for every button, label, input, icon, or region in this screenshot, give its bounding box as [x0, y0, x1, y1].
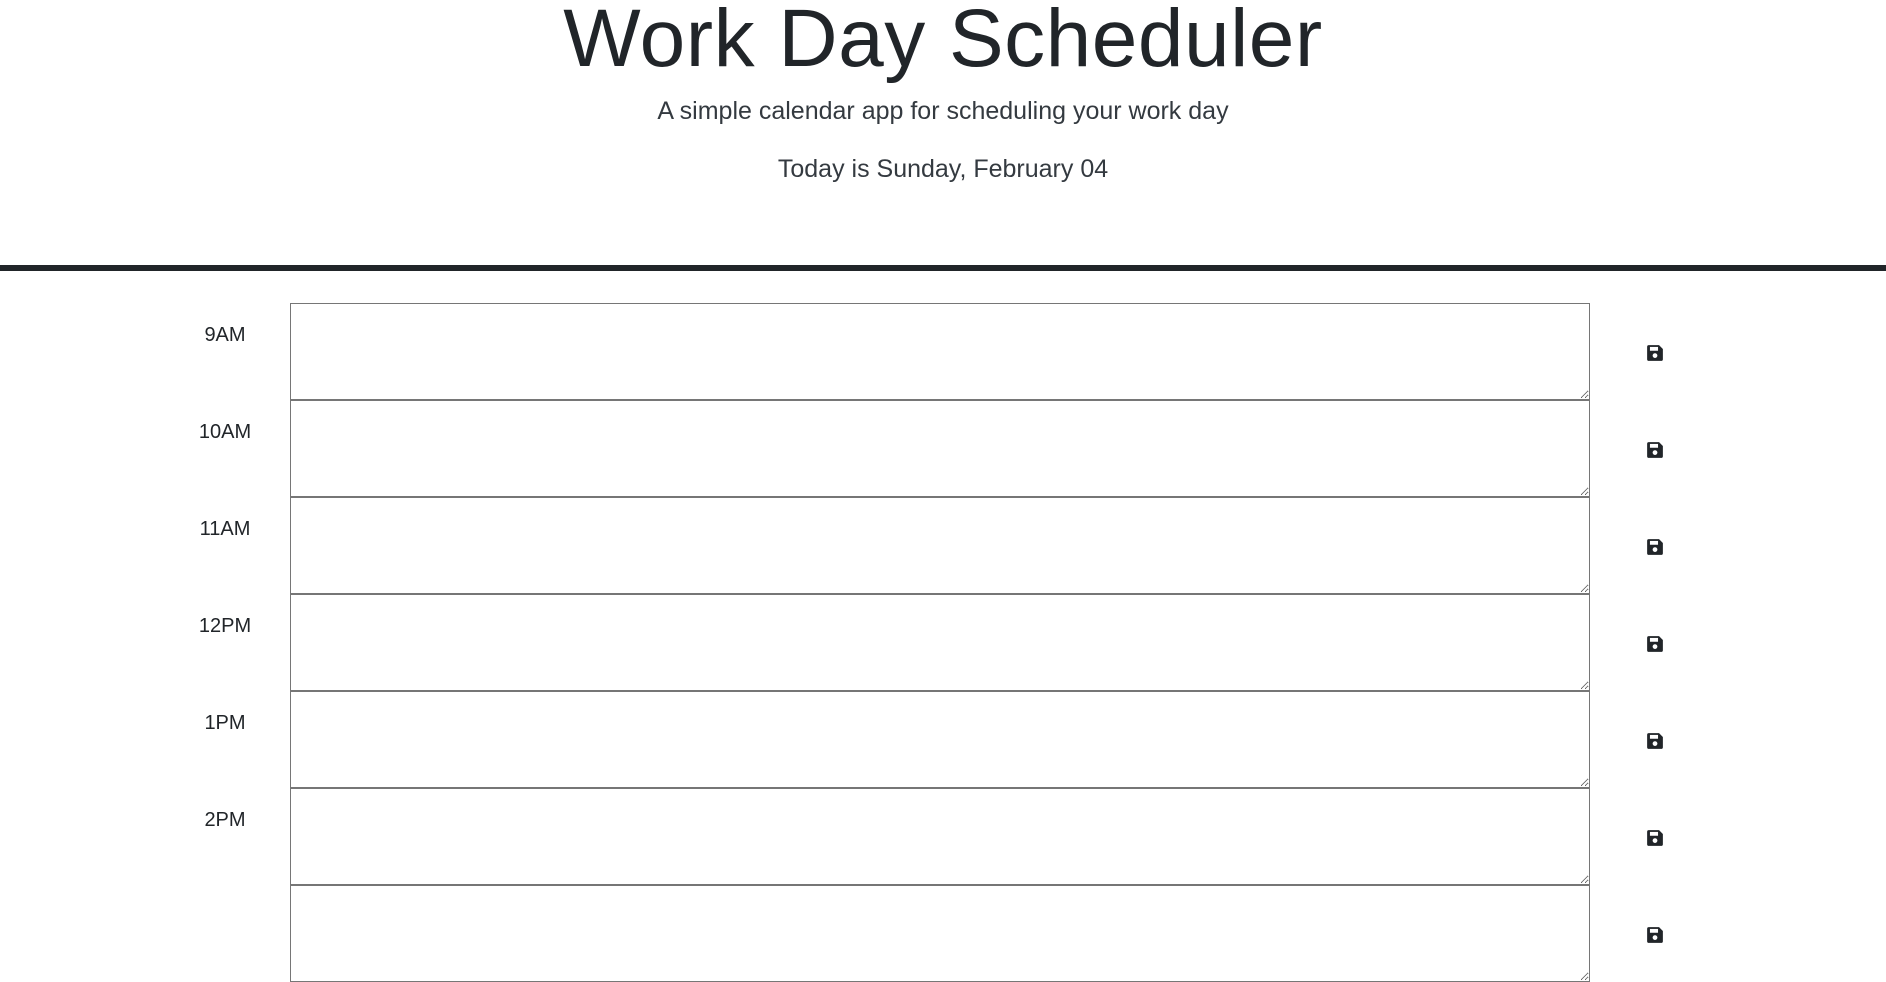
hour-label: 1PM [204, 712, 246, 734]
hour-label: 12PM [198, 615, 252, 637]
description-input[interactable] [290, 788, 1590, 885]
save-button[interactable] [1630, 816, 1680, 860]
description-input[interactable] [290, 400, 1590, 497]
description-input[interactable] [290, 303, 1590, 400]
floppy-disk-icon [1646, 344, 1664, 362]
save-button[interactable] [1630, 622, 1680, 666]
page-subtitle: A simple calendar app for scheduling you… [657, 97, 1229, 125]
timeblocks-container: 9AM 10AM 11AM 12PM 1PM 2PM [0, 303, 1886, 982]
save-button[interactable] [1630, 719, 1680, 763]
floppy-disk-icon [1646, 829, 1664, 847]
page-title: Work Day Scheduler [563, 0, 1323, 84]
time-block: 9AM [0, 303, 1886, 400]
hour-label: 10AM [198, 421, 252, 443]
save-button[interactable] [1630, 525, 1680, 569]
save-button[interactable] [1630, 428, 1680, 472]
time-block: 12PM [0, 594, 1886, 691]
hour-label: 9AM [204, 324, 246, 346]
description-input[interactable] [290, 594, 1590, 691]
description-input[interactable] [290, 497, 1590, 594]
floppy-disk-icon [1646, 441, 1664, 459]
time-block: 11AM [0, 497, 1886, 594]
time-block: 10AM [0, 400, 1886, 497]
floppy-disk-icon [1646, 926, 1664, 944]
page-header: Work Day Scheduler A simple calendar app… [0, 0, 1886, 271]
current-day: Today is Sunday, February 04 [777, 155, 1109, 183]
description-input[interactable] [290, 691, 1590, 788]
floppy-disk-icon [1646, 732, 1664, 750]
floppy-disk-icon [1646, 635, 1664, 653]
save-button[interactable] [1630, 913, 1680, 957]
hour-label: 2PM [204, 809, 246, 831]
save-button[interactable] [1630, 331, 1680, 375]
time-block: 2PM [0, 788, 1886, 885]
hour-label: 11AM [199, 518, 251, 540]
time-block: 1PM [0, 691, 1886, 788]
floppy-disk-icon [1646, 538, 1664, 556]
